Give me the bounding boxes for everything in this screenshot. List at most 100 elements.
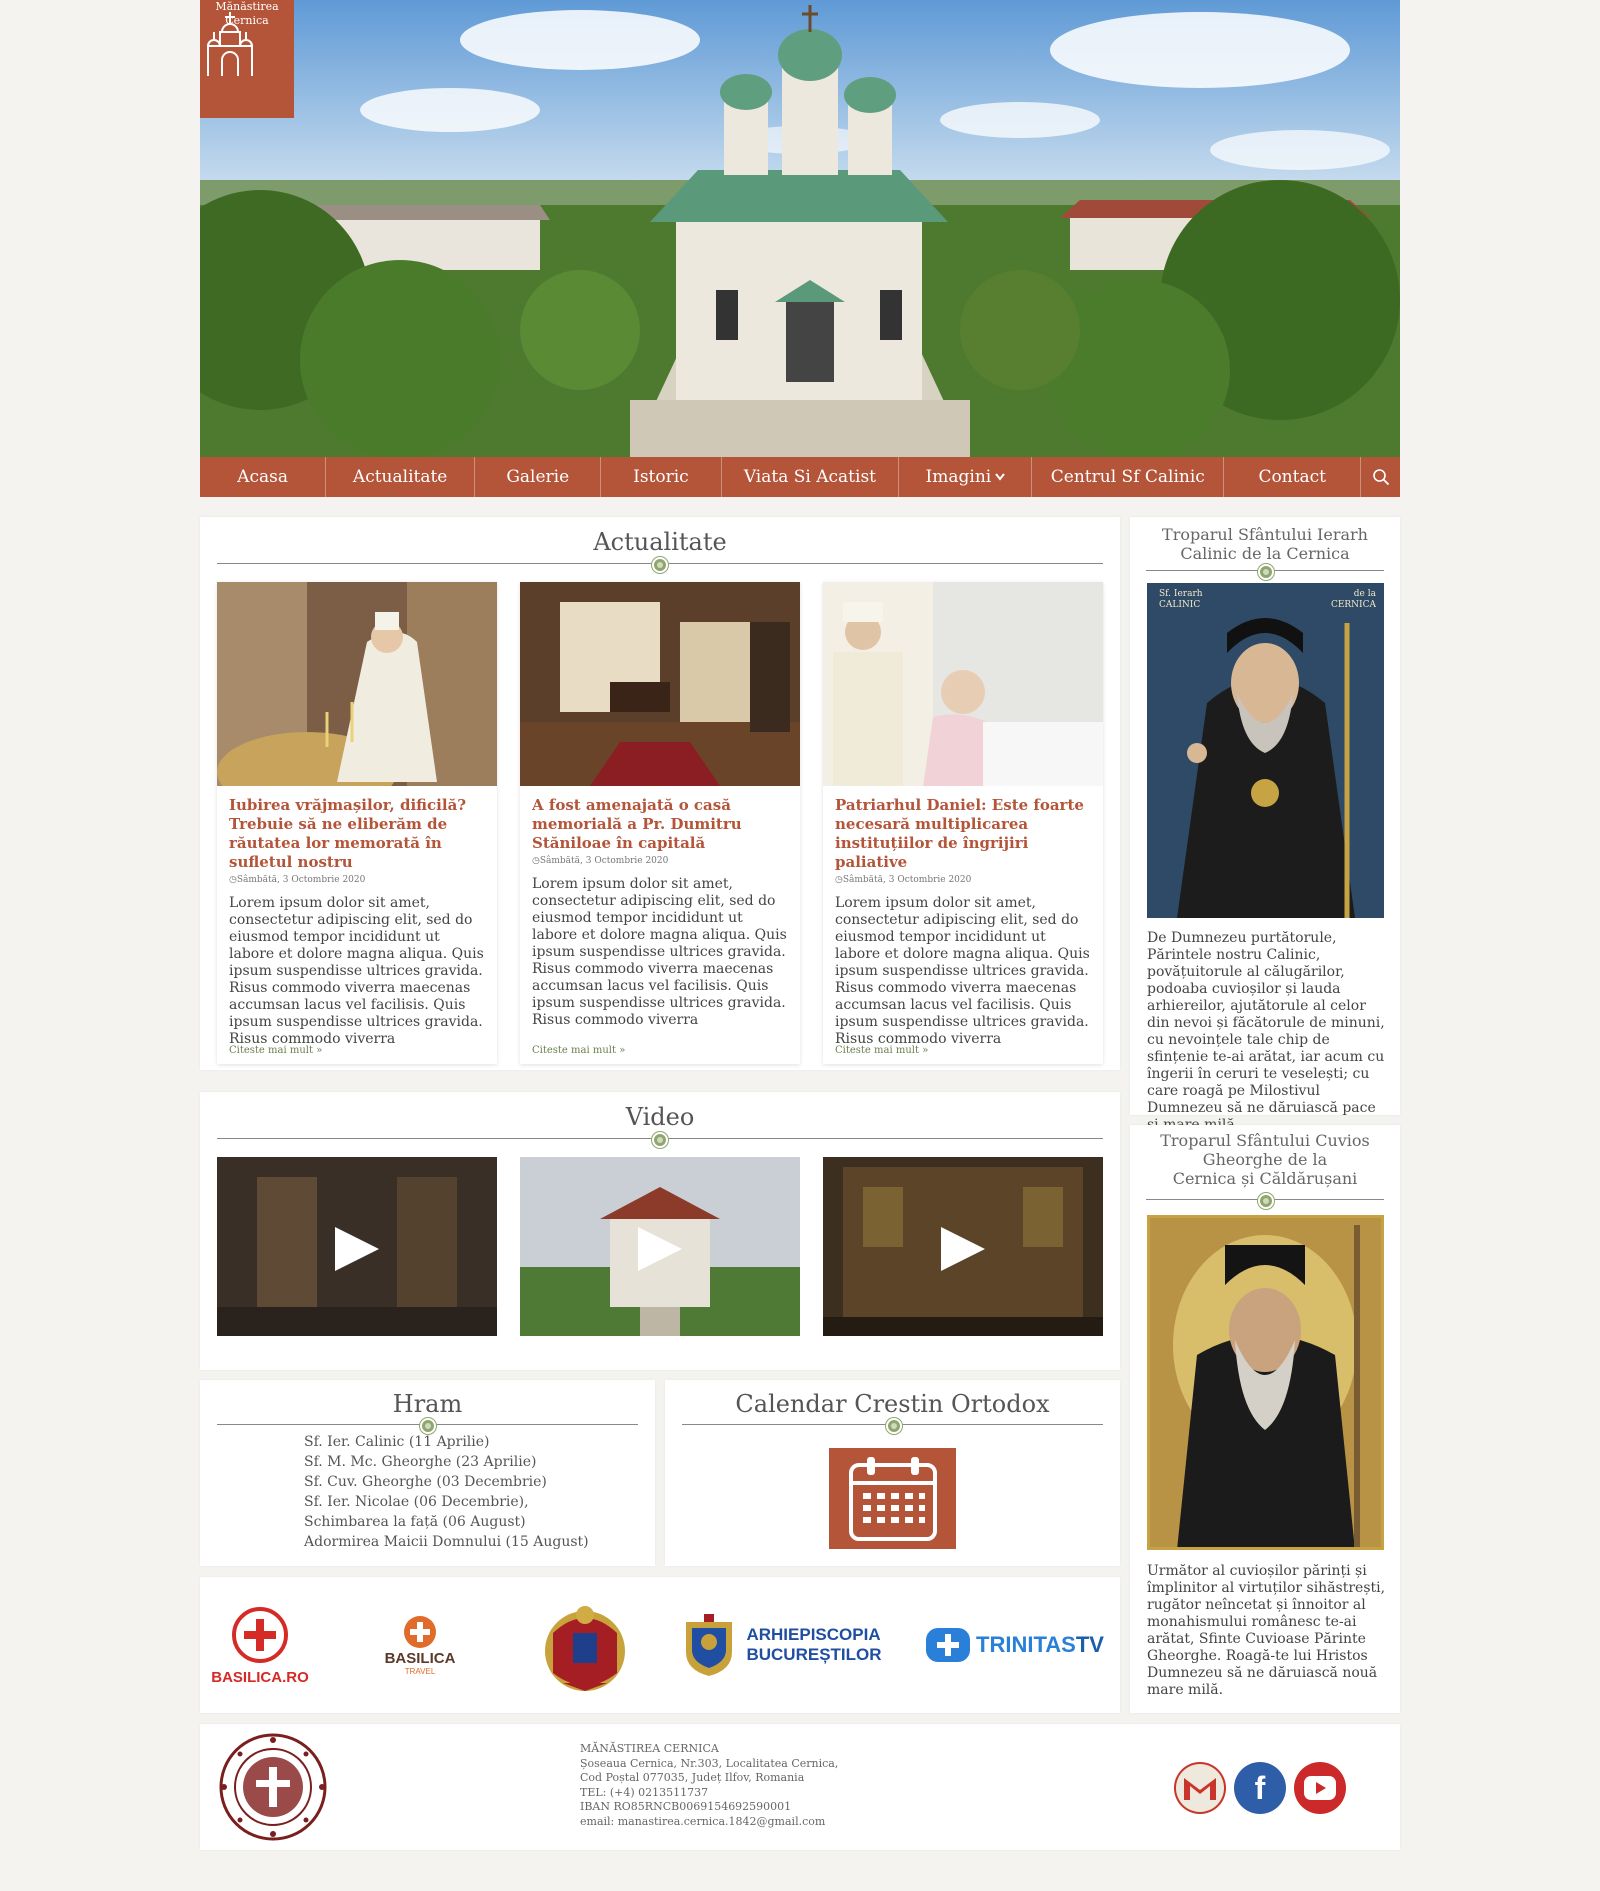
- basilica-travel-icon: [404, 1616, 436, 1648]
- troparion-2-title-line2: Gheorghe de la: [1202, 1150, 1328, 1169]
- news-card-excerpt: Lorem ipsum dolor sit amet, consectetur …: [532, 876, 787, 1028]
- troparion-1-title-line1: Troparul Sfântului Ierarh: [1162, 525, 1368, 544]
- read-more-link[interactable]: Citeste mai mult »: [835, 1045, 928, 1056]
- nav-item-actualitate[interactable]: Actualitate: [326, 457, 476, 497]
- church-logo-icon: [207, 12, 253, 76]
- partner-basilica[interactable]: BASILICA.RO: [211, 1590, 309, 1700]
- hram-item: Sf. M. Mc. Gheorghe (23 Aprilie): [304, 1454, 537, 1470]
- nav-item-galerie[interactable]: Galerie: [475, 457, 602, 497]
- footer-line-phone[interactable]: TEL: (+4) 0213511737: [580, 1786, 838, 1801]
- clock-icon: ◷: [532, 856, 540, 866]
- hero-image: [200, 0, 1400, 457]
- gmail-button[interactable]: [1174, 1762, 1226, 1814]
- read-more-label: Citeste mai mult: [835, 1045, 919, 1056]
- trinitas-icon: [926, 1628, 971, 1662]
- chevron-down-icon: [995, 473, 1005, 481]
- monastery-seal-image: [219, 1733, 327, 1841]
- icon-sf-calinic-image[interactable]: Sf. Ierarh CALINIC de la CERNICA: [1147, 583, 1384, 918]
- partner-arhiepiscopia[interactable]: ARHIEPISCOPIA BUCUREȘTILOR: [670, 1610, 890, 1680]
- hram-list: Sf. Ier. Calinic (11 Aprilie) Sf. M. Mc.…: [304, 1432, 589, 1552]
- patriarhia-crest-icon: [545, 1606, 625, 1691]
- double-chevron-icon: »: [922, 1045, 929, 1056]
- read-more-link[interactable]: Citeste mai mult »: [229, 1045, 322, 1056]
- video-thumbnail[interactable]: [520, 1157, 800, 1336]
- main-nav: Acasa Actualitate Galerie Istoric Viata …: [200, 457, 1400, 497]
- news-card-image[interactable]: [823, 582, 1103, 786]
- hram-item: Adormirea Maicii Domnului (15 August): [304, 1534, 589, 1550]
- news-divider-dot: [652, 557, 668, 573]
- partner-patriarhia-crest[interactable]: [530, 1600, 640, 1696]
- news-card[interactable]: A fost amenajată o casă memorială a Pr. …: [520, 582, 800, 1064]
- read-more-link[interactable]: Citeste mai mult »: [532, 1045, 625, 1056]
- youtube-button[interactable]: [1294, 1762, 1346, 1814]
- search-icon: [1372, 469, 1389, 486]
- video-section-title: Video: [625, 1103, 695, 1131]
- news-section-title: Actualitate: [593, 528, 727, 556]
- nav-item-viata-si-acatist[interactable]: Viata Si Acatist: [722, 457, 900, 497]
- double-chevron-icon: »: [316, 1045, 323, 1056]
- news-card[interactable]: Iubirea vrăjmașilor, dificilă? Trebuie s…: [217, 582, 497, 1064]
- calendar-divider-dot: [886, 1418, 902, 1434]
- news-card-date-text: Sâmbătă, 3 Octombrie 2020: [539, 856, 669, 866]
- footer-line-postal: Cod Poștal 077035, Județ Ilfov, Romania: [580, 1771, 805, 1784]
- facebook-button[interactable]: f: [1234, 1762, 1286, 1814]
- news-card[interactable]: Patriarhul Daniel: Este foarte necesară …: [823, 582, 1103, 1064]
- troparion-1-title: Troparul Sfântului Ierarh Calinic de la …: [1130, 525, 1400, 563]
- play-icon: [638, 1227, 682, 1271]
- news-card-title[interactable]: Patriarhul Daniel: Este foarte necesară …: [835, 796, 1091, 872]
- icon-label-left: Sf. Ierarh CALINIC: [1159, 589, 1203, 610]
- footer-line-email[interactable]: email: manastirea.cernica.1842@gmail.com: [580, 1815, 838, 1830]
- news-card-title[interactable]: Iubirea vrăjmașilor, dificilă? Trebuie s…: [229, 796, 485, 872]
- troparion-1-divider-dot: [1258, 564, 1274, 580]
- arhiepiscopia-crest-icon: [686, 1614, 733, 1676]
- facebook-icon: f: [1254, 1769, 1266, 1806]
- calendar-icon: [848, 1456, 937, 1541]
- troparion-1-title-line2: Calinic de la Cernica: [1180, 544, 1350, 563]
- icon-sf-gheorghe-image[interactable]: [1147, 1215, 1384, 1550]
- calendar-button[interactable]: [829, 1448, 956, 1549]
- partner-arhiepiscopia-line2: BUCUREȘTILOR: [746, 1645, 882, 1664]
- partner-arhiepiscopia-line1: ARHIEPISCOPIA: [746, 1625, 881, 1644]
- play-icon: [941, 1227, 985, 1271]
- nav-item-centrul-sf-calinic[interactable]: Centrul Sf Calinic: [1032, 457, 1225, 497]
- footer-line-name: MĂNĂSTIREA CERNICA: [580, 1742, 719, 1755]
- troparion-2-title: Troparul Sfântului Cuvios Gheorghe de la…: [1130, 1131, 1400, 1188]
- footer-address: MĂNĂSTIREA CERNICA Șoseaua Cernica, Nr.3…: [580, 1742, 838, 1829]
- partner-basilica-travel[interactable]: BASILICA TRAVEL: [375, 1600, 465, 1690]
- nav-item-contact[interactable]: Contact: [1224, 457, 1362, 497]
- hram-item: Sf. Ier. Calinic (11 Aprilie): [304, 1434, 490, 1450]
- nav-item-istoric[interactable]: Istoric: [601, 457, 722, 497]
- hram-title: Hram: [392, 1390, 463, 1418]
- news-card-date: ◷Sâmbătă, 3 Octombrie 2020: [229, 875, 485, 885]
- news-card-excerpt: Lorem ipsum dolor sit amet, consectetur …: [835, 895, 1090, 1047]
- video-divider-dot: [652, 1132, 668, 1148]
- video-thumbnail[interactable]: [217, 1157, 497, 1336]
- news-card-date-text: Sâmbătă, 3 Octombrie 2020: [842, 875, 972, 885]
- nav-item-acasa[interactable]: Acasa: [200, 457, 327, 497]
- hram-item: Schimbarea la față (06 August): [304, 1514, 526, 1530]
- basilica-cross-icon: [232, 1606, 288, 1663]
- partner-basilica-label: BASILICA.RO: [211, 1668, 309, 1686]
- news-card-title[interactable]: A fost amenajată o casă memorială a Pr. …: [532, 796, 788, 853]
- nav-item-imagini[interactable]: Imagini: [899, 457, 1033, 497]
- news-card-date: ◷Sâmbătă, 3 Octombrie 2020: [835, 875, 1091, 885]
- partner-basilica-travel-label: BASILICA: [384, 1650, 456, 1667]
- partner-trinitas-label: TRINITAS: [976, 1632, 1076, 1657]
- troparion-2-divider-dot: [1258, 1193, 1274, 1209]
- hram-item: Sf. Ier. Nicolae (06 Decembrie),: [304, 1494, 529, 1510]
- hram-item: Sf. Cuv. Gheorghe (03 Decembrie): [304, 1474, 547, 1490]
- troparion-2-title-line3: Cernica și Căldărușani: [1172, 1169, 1358, 1188]
- read-more-label: Citeste mai mult: [229, 1045, 313, 1056]
- partner-trinitas-tv[interactable]: TRINITAS TV: [920, 1620, 1110, 1670]
- video-thumbnail[interactable]: [823, 1157, 1103, 1336]
- search-button[interactable]: [1361, 457, 1400, 497]
- calendar-title: Calendar Crestin Ortodox: [735, 1390, 1050, 1418]
- monastery-seal: [216, 1732, 331, 1842]
- news-card-excerpt: Lorem ipsum dolor sit amet, consectetur …: [229, 895, 484, 1047]
- news-card-image[interactable]: [217, 582, 497, 786]
- news-card-date-text: Sâmbătă, 3 Octombrie 2020: [236, 875, 366, 885]
- site-logo[interactable]: Mănăstirea Cernica: [200, 0, 294, 118]
- news-card-image[interactable]: [520, 582, 800, 786]
- hero-banner: Mănăstirea Cernica: [200, 0, 1400, 457]
- footer-line-street: Șoseaua Cernica, Nr.303, Localitatea Cer…: [580, 1756, 839, 1770]
